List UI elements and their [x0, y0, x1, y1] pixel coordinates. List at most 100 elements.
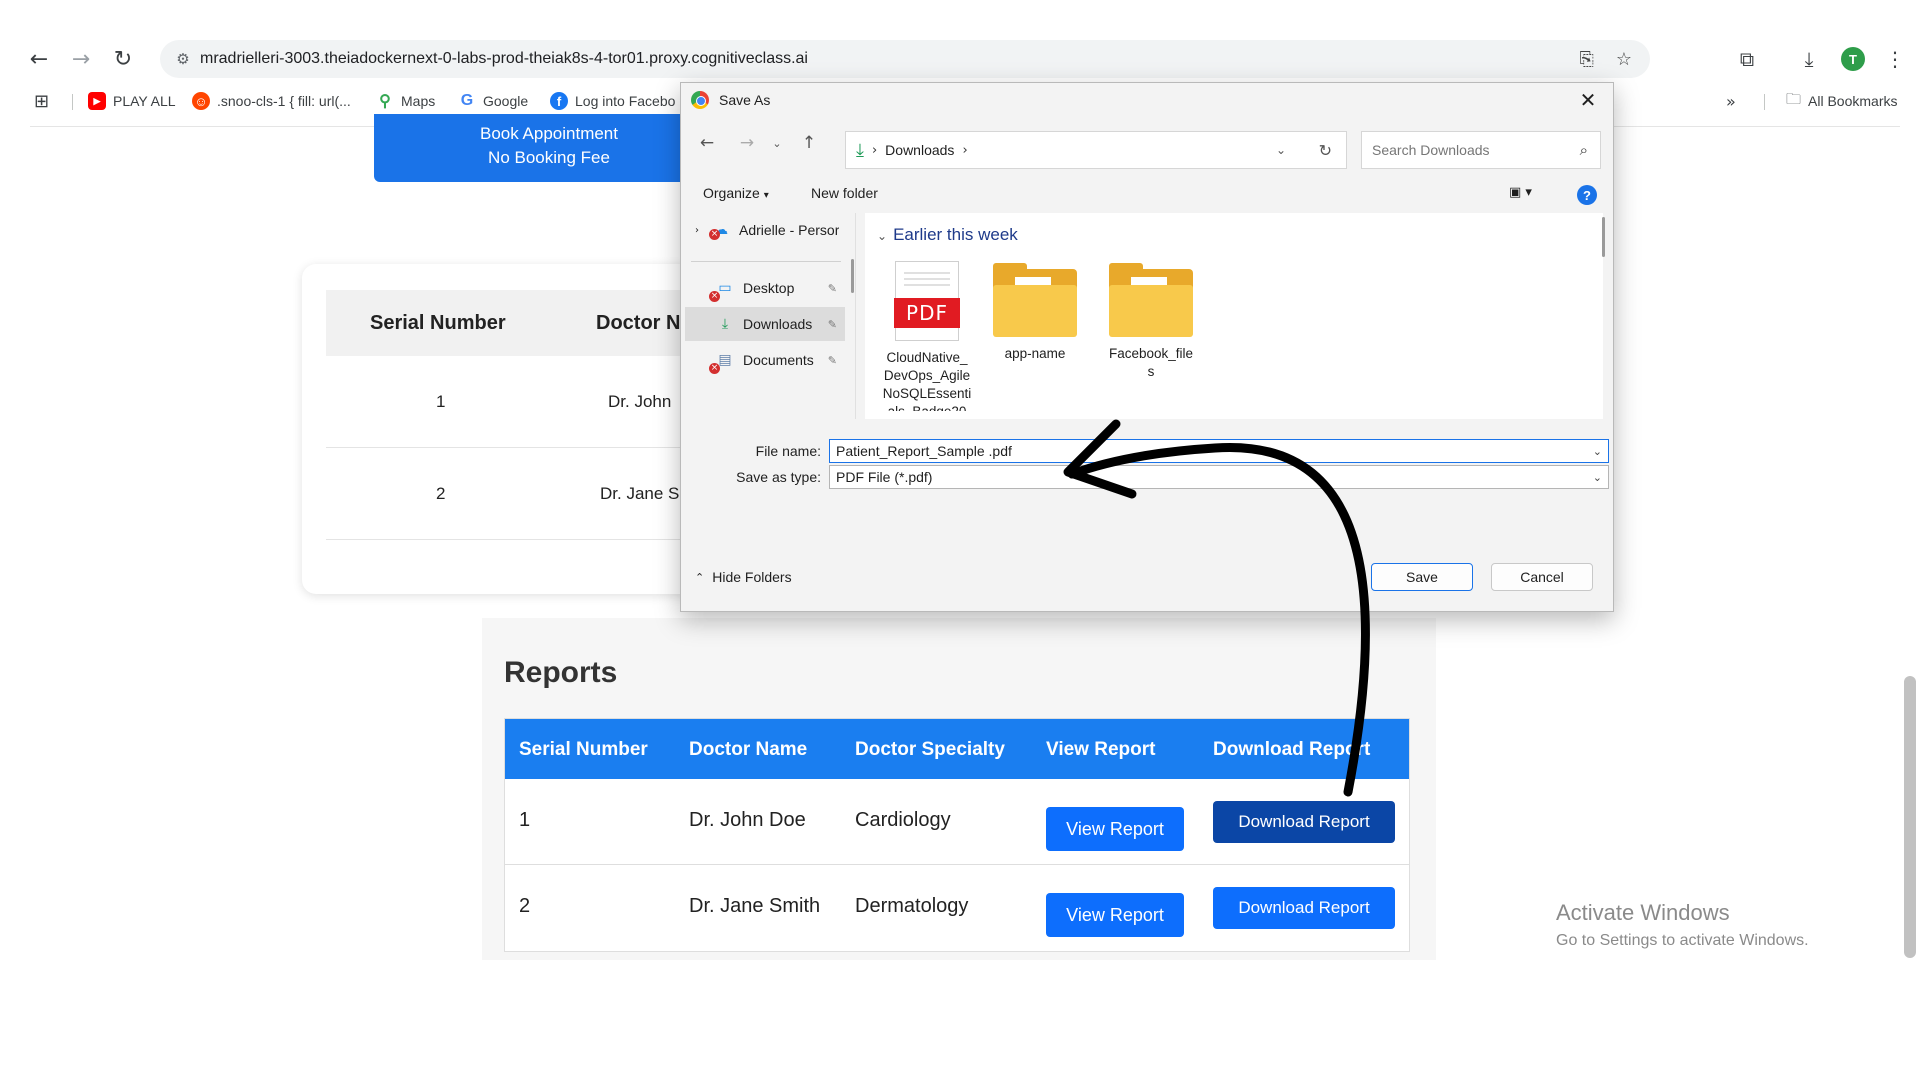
group-header[interactable]: ⌄ Earlier this week: [877, 225, 1018, 245]
search-icon[interactable]: ⌕: [1580, 141, 1588, 159]
more-bookmarks-icon[interactable]: »: [1726, 86, 1736, 116]
activate-line-1: Activate Windows: [1556, 900, 1730, 925]
recent-locations-icon[interactable]: ⌄: [767, 123, 787, 163]
chevron-down-icon[interactable]: ⌄: [1593, 471, 1602, 484]
up-icon[interactable]: ↑: [795, 123, 823, 163]
file-name-line: app-name: [1004, 346, 1066, 361]
cell-serial: 1: [436, 392, 446, 411]
nav-documents[interactable]: ▤ × Documents ✎: [685, 343, 845, 377]
header-doctor: Doctor N: [596, 312, 681, 334]
install-app-icon[interactable]: ⎘: [1579, 49, 1593, 70]
site-info-icon[interactable]: ⚙: [166, 50, 200, 68]
file-name-field[interactable]: Patient_Report_Sample .pdf ⌄: [829, 439, 1609, 463]
bookmark-label: Maps: [401, 93, 436, 109]
download-icon: ⤓: [856, 139, 864, 161]
pane-divider[interactable]: [855, 213, 856, 419]
search-field[interactable]: Search Downloads ⌕: [1361, 131, 1601, 169]
chevron-right-icon[interactable]: ›: [962, 143, 967, 158]
view-options-icon[interactable]: ▣ ▾: [1509, 185, 1532, 200]
folder-icon: [993, 263, 1077, 337]
back-icon[interactable]: ←: [693, 123, 721, 163]
nav-downloads[interactable]: ⤓ Downloads ✎: [685, 307, 845, 341]
new-folder-button[interactable]: New folder: [811, 185, 878, 201]
save-as-dialog: Save As ✕ ← → ⌄ ↑ ⤓ › Downloads › ⌄ ↻ Se…: [680, 82, 1614, 612]
all-bookmarks-label: All Bookmarks: [1808, 93, 1898, 109]
table-row: 2 Dr. Jane Smith Dermatology View Report…: [505, 865, 1409, 951]
refresh-icon[interactable]: ↻: [1319, 141, 1332, 160]
cell-serial: 1: [519, 809, 531, 831]
close-icon[interactable]: ✕: [1571, 83, 1605, 117]
organize-button[interactable]: Organize ▾: [703, 185, 769, 201]
all-bookmarks[interactable]: 🗀 All Bookmarks: [1786, 86, 1897, 116]
back-icon[interactable]: ←: [24, 40, 54, 78]
reload-icon[interactable]: ↻: [108, 40, 138, 78]
bookmark-label: .snoo-cls-1 { fill: url(...: [217, 93, 351, 109]
hide-folders-button[interactable]: ⌃ Hide Folders: [695, 569, 792, 585]
expand-icon[interactable]: ›: [695, 225, 699, 236]
error-badge-icon: ×: [709, 291, 720, 302]
nav-label: Downloads: [743, 316, 813, 332]
breadcrumb[interactable]: Downloads: [885, 142, 954, 158]
dialog-lower-section: File name: Patient_Report_Sample .pdf ⌄ …: [681, 419, 1613, 611]
pin-icon: ✎: [827, 281, 837, 295]
url-text[interactable]: mradrielleri-3003.theiadockernext-0-labs…: [200, 50, 808, 68]
bookmark-play-all[interactable]: ▶ PLAY ALL: [88, 86, 176, 116]
view-report-button[interactable]: View Report: [1046, 893, 1184, 937]
navigation-pane: › ☁ × Adrielle - Persor ▭ × Desktop ✎ ⤓ …: [681, 213, 847, 419]
forward-icon[interactable]: →: [733, 123, 761, 163]
reports-title: Reports: [504, 656, 618, 689]
bookmark-maps[interactable]: ⚲ Maps: [376, 86, 435, 116]
menu-icon[interactable]: ⋮: [1880, 40, 1910, 78]
chevron-down-icon[interactable]: ⌄: [1593, 445, 1602, 458]
bookmark-google[interactable]: G Google: [458, 86, 528, 116]
forward-icon[interactable]: →: [66, 40, 96, 78]
file-item-folder[interactable]: Facebook_file s: [1103, 261, 1199, 381]
address-field[interactable]: ⤓ › Downloads › ⌄ ↻: [845, 131, 1347, 169]
bookmark-star-icon[interactable]: ☆: [1616, 49, 1632, 70]
profile-avatar[interactable]: T: [1838, 40, 1868, 78]
save-button[interactable]: Save: [1371, 563, 1473, 591]
nav-scrollbar-thumb[interactable]: [851, 259, 854, 293]
google-icon: G: [460, 92, 474, 109]
page-scrollbar-thumb[interactable]: [1904, 676, 1916, 958]
divider: [691, 261, 841, 262]
address-bar[interactable]: ⚙ mradrielleri-3003.theiadockernext-0-la…: [160, 40, 1650, 78]
file-scrollbar-thumb[interactable]: [1602, 217, 1605, 257]
file-item-folder[interactable]: app-name: [987, 261, 1083, 363]
activate-windows-watermark: Activate Windows Go to Settings to activ…: [1556, 900, 1809, 950]
pdf-file-icon: PDF: [894, 261, 960, 341]
cancel-button[interactable]: Cancel: [1491, 563, 1593, 591]
help-icon[interactable]: ?: [1577, 185, 1597, 205]
view-report-button[interactable]: View Report: [1046, 807, 1184, 851]
chevron-down-icon[interactable]: ⌄: [1276, 143, 1286, 157]
activate-line-2: Go to Settings to activate Windows.: [1556, 932, 1809, 949]
save-type-select[interactable]: PDF File (*.pdf) ⌄: [829, 465, 1609, 489]
extensions-icon[interactable]: ⧉: [1732, 40, 1762, 78]
bookmark-facebook[interactable]: f Log into Facebo: [550, 86, 675, 116]
apps-icon[interactable]: ⊞: [34, 86, 49, 116]
file-name-value[interactable]: Patient_Report_Sample .pdf: [836, 443, 1012, 459]
folder-icon: [1109, 263, 1193, 337]
error-badge-icon: ×: [709, 229, 720, 240]
nav-desktop[interactable]: ▭ × Desktop ✎: [685, 271, 845, 305]
bookmark-label: Google: [483, 93, 529, 109]
book-appointment-button[interactable]: Book Appointment No Booking Fee: [374, 114, 724, 182]
pdf-badge: PDF: [894, 298, 960, 328]
divider: [1764, 94, 1765, 110]
chevron-up-icon: ⌃: [695, 570, 705, 584]
downloads-icon[interactable]: ⤓: [1794, 40, 1824, 78]
file-name: app-name: [987, 345, 1083, 363]
cell-specialty: Dermatology: [855, 895, 969, 917]
cell-serial: 2: [436, 484, 446, 503]
screen: ← → ↻ ⚙ mradrielleri-3003.theiadockernex…: [0, 0, 1920, 1080]
bookmark-snoo[interactable]: ☺ .snoo-cls-1 { fill: url(...: [192, 86, 351, 116]
book-line-2: No Booking Fee: [488, 148, 610, 167]
file-item-pdf[interactable]: PDF CloudNative_ DevOps_Agile NoSQLEssen…: [879, 261, 975, 411]
profile-initial[interactable]: T: [1841, 47, 1865, 71]
download-report-button[interactable]: Download Report: [1213, 887, 1395, 929]
nav-onedrive[interactable]: › ☁ × Adrielle - Persor: [685, 213, 845, 247]
browser-toolbar: ← → ↻ ⚙ mradrielleri-3003.theiadockernex…: [0, 40, 1920, 78]
chevron-right-icon: ›: [871, 142, 878, 158]
file-name-line: NoSQLEssenti: [882, 386, 972, 401]
download-report-button[interactable]: Download Report: [1213, 801, 1395, 843]
